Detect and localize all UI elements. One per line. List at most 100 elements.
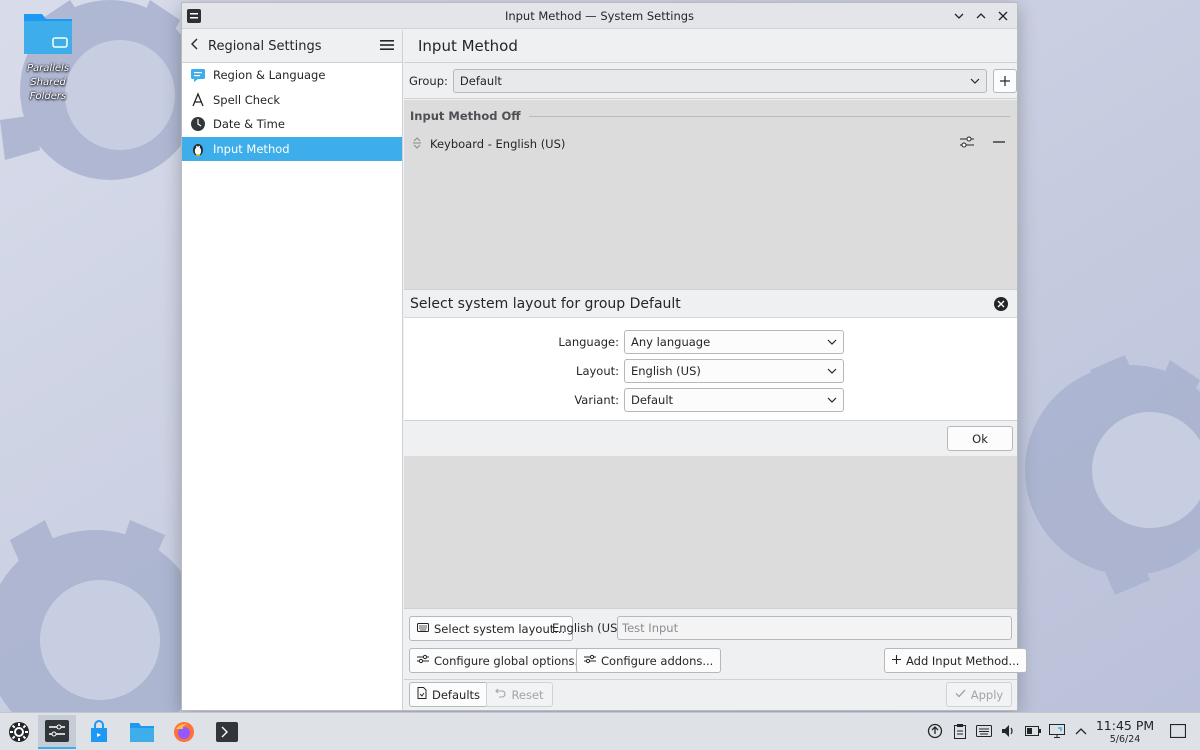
language-label: Language: [558, 335, 619, 349]
sidebar-item-input-method[interactable]: Input Method [182, 136, 402, 161]
language-select-value: Any language [631, 335, 711, 349]
section-divider [528, 115, 1010, 117]
group-select[interactable]: Default [452, 68, 987, 93]
select-layout-dialog: Select system layout for group Default L… [404, 289, 1017, 457]
select-system-layout-button[interactable]: Select system layout... [409, 616, 574, 641]
clock-icon [190, 116, 206, 132]
battery-icon[interactable] [1025, 723, 1041, 739]
chevron-down-icon [827, 363, 837, 382]
configure-addons-label: Configure addons... [601, 653, 714, 668]
reset-label: Reset [511, 687, 544, 702]
sidebar-title: Regional Settings [208, 38, 322, 54]
firefox-icon[interactable] [165, 715, 203, 749]
sidebar-item-label: Input Method [213, 141, 290, 156]
layout-row: Layout: English (US) [404, 359, 1017, 383]
system-settings-window: Input Method — System Settings Regional … [181, 2, 1028, 711]
maximize-button[interactable] [971, 6, 991, 26]
apply-label: Apply [970, 687, 1004, 702]
file-manager-icon[interactable] [123, 715, 161, 749]
network-icon[interactable] [1049, 723, 1065, 739]
configure-global-options-label: Configure global options... [434, 653, 586, 668]
reset-button[interactable]: Reset [486, 682, 553, 707]
dialog-header: Select system layout for group Default [404, 290, 1017, 318]
keyboard-layout-icon[interactable] [976, 723, 992, 739]
variant-label: Variant: [574, 393, 619, 407]
update-notifier-icon[interactable] [927, 723, 943, 739]
ok-button[interactable]: Ok [947, 426, 1013, 451]
sidebar-item-date-time[interactable]: Date & Time [182, 112, 402, 137]
layout-select[interactable]: English (US) [624, 359, 844, 383]
chevron-down-icon [827, 392, 837, 411]
configure-addons-button[interactable]: Configure addons... [576, 648, 722, 673]
sidebar-item-label: Spell Check [213, 92, 281, 107]
add-input-method-button[interactable]: Add Input Method... [884, 648, 1028, 673]
content-header: Input Method [404, 30, 1017, 63]
variant-select-value: Default [631, 393, 674, 407]
current-layout-label: English (US) [552, 621, 622, 635]
input-method-list: Input Method Off Keyboard - English (US) [404, 100, 1017, 289]
close-icon[interactable] [994, 297, 1008, 311]
sidebar-item-spell-check[interactable]: Spell Check [182, 88, 402, 113]
system-settings-task-icon[interactable] [38, 715, 76, 749]
checkmark-icon [955, 688, 966, 701]
empty-list-area [404, 456, 1017, 608]
configure-global-options-button[interactable]: Configure global options... [409, 648, 594, 673]
variant-select[interactable]: Default [624, 388, 844, 412]
group-label: Group: [409, 73, 448, 88]
chevron-up-icon[interactable] [1073, 723, 1089, 739]
close-button[interactable] [993, 6, 1013, 26]
defaults-button[interactable]: Defaults [409, 682, 489, 707]
plus-icon [999, 75, 1010, 86]
language-row: Language: Any language [404, 330, 1017, 354]
language-select[interactable]: Any language [624, 330, 844, 354]
select-system-layout-label: Select system layout... [434, 621, 566, 636]
discover-store-icon[interactable] [80, 715, 118, 749]
desktop-shared-folders-icon[interactable]: Parallels Shared Folders [8, 8, 88, 104]
taskbar: 11:45 PM 5/6/24 [0, 712, 1200, 750]
penguin-icon [190, 141, 206, 157]
hamburger-menu-icon[interactable] [380, 37, 394, 55]
show-desktop-icon[interactable] [1170, 723, 1186, 739]
group-row: Group: Default [404, 63, 1017, 99]
plus-icon [892, 654, 901, 667]
clock-date: 5/6/24 [1109, 734, 1141, 745]
layout-label: Layout: [576, 364, 619, 378]
defaults-label: Defaults [432, 687, 481, 702]
volume-icon[interactable] [1000, 723, 1016, 739]
back-arrow-icon[interactable] [190, 38, 200, 54]
configure-sliders-icon [584, 654, 596, 667]
input-method-name: Keyboard - English (US) [430, 137, 566, 151]
app-icon[interactable] [187, 9, 201, 23]
clipboard-icon[interactable] [952, 723, 968, 739]
folder-icon [22, 8, 74, 56]
add-group-button[interactable] [992, 68, 1017, 93]
apply-button[interactable]: Apply [946, 682, 1012, 707]
keyboard-icon [417, 622, 429, 635]
remove-icon[interactable] [988, 135, 1010, 153]
section-title: Input Method Off [410, 109, 521, 123]
application-launcher-icon[interactable] [0, 715, 38, 749]
window-titlebar[interactable]: Input Method — System Settings [182, 3, 1017, 29]
clock-time: 11:45 PM [1095, 718, 1155, 733]
add-input-method-label: Add Input Method... [906, 653, 1020, 668]
chevron-down-icon [827, 334, 837, 353]
configure-sliders-icon [417, 654, 429, 667]
minimize-button[interactable] [949, 6, 969, 26]
dialog-footer: Ok [404, 420, 1017, 457]
test-input-field[interactable] [617, 616, 1012, 640]
bottom-actions: Select system layout... English (US) Con… [404, 608, 1028, 679]
terminal-icon[interactable] [208, 715, 246, 749]
region-icon [190, 67, 206, 83]
variant-row: Variant: Default [404, 388, 1017, 412]
sidebar-item-label: Region & Language [213, 68, 326, 83]
sidebar-header: Regional Settings [182, 30, 402, 63]
sidebar: Regional Settings Region & Language Spel… [182, 30, 403, 710]
undo-icon [495, 688, 506, 701]
clock[interactable]: 11:45 PM 5/6/24 [1094, 718, 1156, 746]
sidebar-item-region-language[interactable]: Region & Language [182, 63, 402, 88]
list-item[interactable]: Keyboard - English (US) [412, 134, 1010, 154]
content-pane: Input Method Group: Default Input Method… [404, 30, 1028, 710]
configure-sliders-icon[interactable] [956, 135, 978, 153]
sidebar-item-label: Date & Time [213, 117, 285, 132]
drag-handle-icon[interactable] [412, 136, 422, 152]
